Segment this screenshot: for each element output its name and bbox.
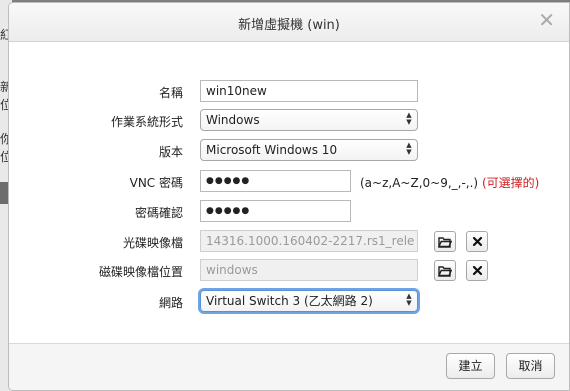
dialog-footer: 建立 取消	[9, 343, 569, 390]
create-vm-dialog: 新增虛擬機 (win) ✕ 名稱 win10new 作業系統形式 Windows…	[8, 2, 570, 391]
clear-cd-image-button[interactable]	[466, 231, 488, 252]
name-row: 名稱 win10new	[9, 80, 569, 104]
password-confirm-row: 密碼確認 ●●●●●	[9, 200, 569, 224]
browse-folder-button[interactable]	[434, 231, 456, 252]
cancel-button[interactable]: 取消	[506, 353, 555, 379]
clear-disk-image-button[interactable]	[466, 260, 488, 281]
password-confirm-label: 密碼確認	[134, 206, 183, 220]
os-type-label: 作業系統形式	[110, 115, 183, 129]
network-row: 網路 Virtual Switch 3 (乙太網路 2) ▲ ▼	[9, 290, 569, 314]
dialog-title: 新增虛擬機 (win)	[238, 18, 340, 33]
create-button[interactable]: 建立	[446, 353, 495, 379]
vnc-password-hint: (a~z,A~Z,0~9,_,-,.) (可選擇的)	[360, 174, 539, 191]
vnc-password-charset: (a~z,A~Z,0~9,_,-,.)	[360, 176, 479, 190]
disk-image-row: 磁碟映像檔位置 windows	[9, 259, 569, 283]
select-arrows-icon: ▲ ▼	[406, 292, 412, 307]
version-label: 版本	[158, 145, 183, 159]
clear-icon	[472, 265, 482, 276]
version-select[interactable]: Microsoft Windows 10 ▲ ▼	[200, 139, 418, 161]
network-value: Virtual Switch 3 (乙太網路 2)	[206, 294, 373, 308]
disk-image-input: windows	[200, 259, 418, 281]
version-value: Microsoft Windows 10	[206, 143, 338, 157]
select-arrows-icon: ▲ ▼	[406, 141, 412, 156]
cd-image-input: 14316.1000.160402-2217.rs1_rele	[200, 230, 418, 252]
browse-folder-button[interactable]	[434, 260, 456, 281]
close-icon[interactable]: ✕	[538, 9, 555, 31]
vnc-password-input[interactable]: ●●●●●	[200, 170, 351, 192]
vnc-password-row: VNC 密碼 ●●●●● (a~z,A~Z,0~9,_,-,.) (可選擇的)	[9, 170, 569, 194]
name-label: 名稱	[158, 86, 183, 100]
network-select[interactable]: Virtual Switch 3 (乙太網路 2) ▲ ▼	[200, 290, 418, 312]
name-input[interactable]: win10new	[200, 80, 418, 102]
os-type-row: 作業系統形式 Windows ▲ ▼	[9, 109, 569, 133]
version-row: 版本 Microsoft Windows 10 ▲ ▼	[9, 139, 569, 163]
cd-image-row: 光碟映像檔 14316.1000.160402-2217.rs1_rele	[9, 230, 569, 254]
dialog-titlebar: 新增虛擬機 (win) ✕	[9, 3, 569, 42]
vnc-password-label: VNC 密碼	[129, 176, 183, 190]
optional-note: (可選擇的)	[481, 176, 540, 190]
folder-icon	[438, 236, 452, 248]
password-confirm-input[interactable]: ●●●●●	[200, 200, 351, 222]
clear-icon	[472, 236, 482, 247]
cd-image-label: 光碟映像檔	[122, 236, 183, 250]
folder-icon	[438, 265, 452, 277]
select-arrows-icon: ▲ ▼	[406, 111, 412, 126]
os-type-value: Windows	[206, 113, 260, 127]
os-type-select[interactable]: Windows ▲ ▼	[200, 109, 418, 131]
network-label: 網路	[158, 296, 183, 310]
disk-image-label: 磁碟映像檔位置	[98, 265, 183, 279]
